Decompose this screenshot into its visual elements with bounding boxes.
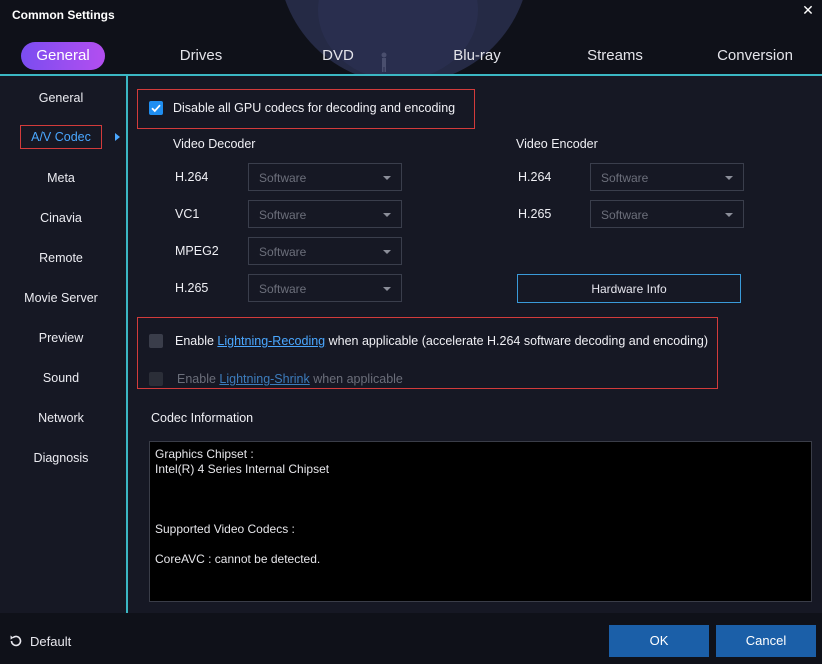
sidebar-item-label: Meta [47, 171, 75, 185]
sidebar-item-sound[interactable]: Sound [0, 366, 122, 390]
settings-sidebar: General A/V Codec Meta Cinavia Remote Mo… [0, 76, 128, 613]
select-value: Software [601, 208, 649, 222]
window-header: Common Settings ✕ General Drives DVD Blu… [0, 0, 822, 76]
select-value: Software [259, 282, 307, 296]
select-value: Software [259, 245, 307, 259]
sidebar-item-cinavia[interactable]: Cinavia [0, 206, 122, 230]
encoder-h265-label: H.265 [518, 207, 552, 221]
default-button[interactable]: Default [8, 633, 71, 649]
sidebar-item-label: Cinavia [40, 211, 82, 225]
sidebar-item-av-codec[interactable]: A/V Codec [0, 125, 122, 149]
sidebar-item-label: A/V Codec [20, 125, 102, 149]
dialog-footer: Default OK Cancel [0, 613, 822, 664]
video-decoder-title: Video Decoder [173, 137, 256, 151]
video-encoder-title: Video Encoder [516, 137, 598, 151]
sidebar-item-movie-server[interactable]: Movie Server [0, 286, 122, 310]
lightning-shrink-suffix: when applicable [309, 372, 403, 386]
lightning-shrink-checkbox[interactable] [149, 372, 163, 386]
tab-streams[interactable]: Streams [571, 42, 659, 70]
checkmark-icon [151, 104, 161, 113]
hardware-info-button[interactable]: Hardware Info [517, 274, 741, 303]
codec-info-line [155, 537, 806, 552]
decoder-vc1-select[interactable]: Software [248, 200, 402, 228]
decoder-vc1-label: VC1 [175, 207, 200, 221]
encoder-h264-label: H.264 [518, 170, 552, 184]
sidebar-item-label: Diagnosis [33, 451, 89, 465]
tab-general[interactable]: General [21, 42, 105, 70]
close-icon[interactable]: ✕ [800, 2, 816, 18]
chevron-down-icon [383, 213, 391, 217]
disable-gpu-checkbox[interactable] [149, 101, 163, 115]
decoder-mpeg2-label: MPEG2 [175, 244, 219, 258]
decoder-h264-select[interactable]: Software [248, 163, 402, 191]
sidebar-item-preview[interactable]: Preview [0, 326, 122, 350]
ok-button[interactable]: OK [609, 625, 709, 657]
codec-info-line [155, 492, 806, 507]
window-title: Common Settings [12, 8, 115, 22]
codec-info-line: Graphics Chipset : [155, 447, 254, 461]
select-value: Software [601, 171, 649, 185]
sidebar-item-general[interactable]: General [0, 86, 122, 110]
codec-info-line [155, 477, 806, 492]
disable-gpu-label: Disable all GPU codecs for decoding and … [173, 101, 456, 115]
lightning-shrink-link[interactable]: Lightning-Shrink [219, 372, 309, 386]
decoder-mpeg2-select[interactable]: Software [248, 237, 402, 265]
decoder-h265-select[interactable]: Software [248, 274, 402, 302]
sidebar-item-label: Movie Server [24, 291, 98, 305]
chevron-down-icon [725, 213, 733, 217]
decoder-h264-label: H.264 [175, 170, 209, 184]
codec-info-title: Codec Information [151, 411, 254, 425]
codec-info-line: Supported Video Codecs : [155, 522, 295, 536]
lightning-recoding-link[interactable]: Lightning-Recoding [217, 334, 325, 348]
chevron-down-icon [383, 176, 391, 180]
encoder-h264-select[interactable]: Software [590, 163, 744, 191]
decoder-h265-label: H.265 [175, 281, 209, 295]
tab-dvd[interactable]: DVD [302, 42, 374, 70]
sidebar-item-remote[interactable]: Remote [0, 246, 122, 270]
chevron-down-icon [725, 176, 733, 180]
sidebar-item-label: Network [38, 411, 84, 425]
av-codec-panel: Disable all GPU codecs for decoding and … [130, 76, 822, 613]
caret-right-icon [115, 133, 120, 141]
codec-info-line: Intel(R) 4 Series Internal Chipset [155, 462, 330, 476]
sidebar-item-meta[interactable]: Meta [0, 166, 122, 190]
tab-conversion[interactable]: Conversion [705, 42, 805, 70]
lightning-recoding-checkbox[interactable] [149, 334, 163, 348]
select-value: Software [259, 171, 307, 185]
reset-icon [10, 635, 22, 647]
sidebar-item-label: Remote [39, 251, 83, 265]
sidebar-item-network[interactable]: Network [0, 406, 122, 430]
default-label: Default [30, 633, 72, 649]
sidebar-item-label: Preview [38, 331, 84, 345]
lightning-recoding-label: Enable Lightning-Recoding when applicabl… [175, 334, 708, 348]
encoder-h265-select[interactable]: Software [590, 200, 744, 228]
sidebar-item-label: Sound [42, 371, 80, 385]
cancel-button[interactable]: Cancel [716, 625, 816, 657]
tab-drives[interactable]: Drives [160, 42, 242, 70]
lightning-shrink-prefix: Enable [177, 372, 220, 386]
main-tabs: General Drives DVD Blu-ray Streams Conve… [0, 40, 822, 74]
sidebar-item-diagnosis[interactable]: Diagnosis [0, 446, 122, 470]
chevron-down-icon [383, 250, 391, 254]
lightning-shrink-label: Enable Lightning-Shrink when applicable [177, 372, 403, 386]
lightning-recoding-prefix: Enable [175, 334, 218, 348]
codec-info-line [155, 507, 806, 522]
sidebar-item-label: General [38, 91, 84, 105]
chevron-down-icon [383, 287, 391, 291]
lightning-recoding-suffix: when applicable (accelerate H.264 softwa… [325, 334, 709, 348]
codec-info-line: CoreAVC : cannot be detected. [155, 552, 321, 566]
tab-bluray[interactable]: Blu-ray [437, 42, 517, 70]
codec-info-textbox[interactable]: Graphics Chipset : Intel(R) 4 Series Int… [149, 441, 812, 602]
select-value: Software [259, 208, 307, 222]
